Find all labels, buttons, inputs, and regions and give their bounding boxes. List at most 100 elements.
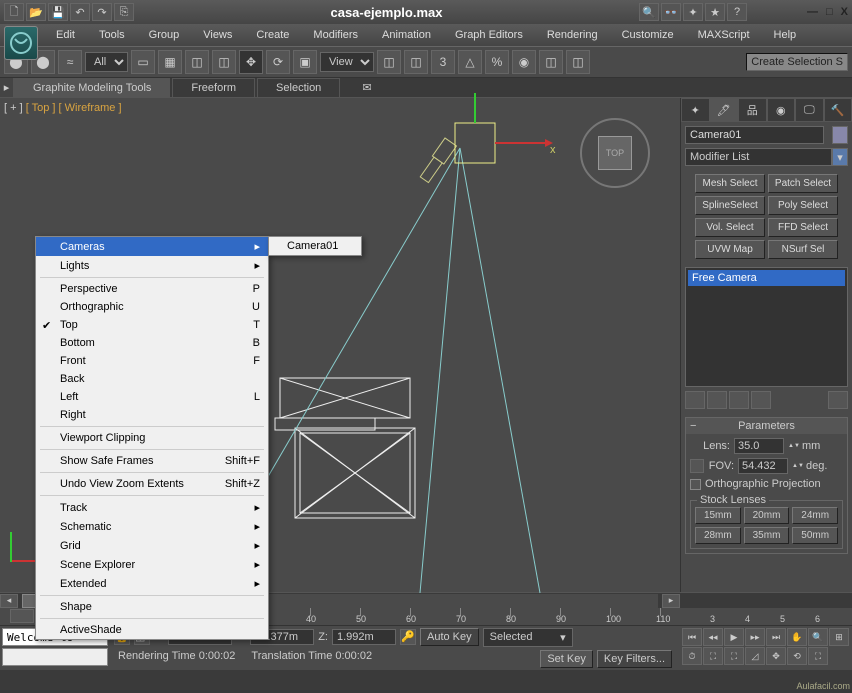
fov-spinner-arrows[interactable]: ▲▼ (792, 464, 802, 469)
cm-activeshade[interactable]: ActiveShade (36, 621, 268, 639)
next-frame-icon[interactable]: ▸▸ (745, 628, 765, 646)
menu-modifiers[interactable]: Modifiers (301, 27, 370, 43)
select-icon[interactable]: ▭ (131, 50, 155, 74)
create-tab-icon[interactable]: ✦ (681, 98, 710, 122)
steering-icon[interactable]: ✦ (683, 3, 703, 21)
menu-create[interactable]: Create (244, 27, 301, 43)
cm-safe-frames[interactable]: Show Safe FramesShift+F (36, 452, 268, 470)
tab-freeform[interactable]: Freeform (172, 78, 255, 97)
cm-front[interactable]: FrontF (36, 352, 268, 370)
help-icon[interactable]: ? (727, 3, 747, 21)
app-icon[interactable] (4, 26, 38, 60)
stack-free-camera[interactable]: Free Camera (688, 270, 845, 286)
manipulate-icon[interactable]: ◫ (404, 50, 428, 74)
motion-tab-icon[interactable]: ◉ (767, 98, 796, 122)
selection-filter[interactable]: All (85, 52, 128, 72)
object-color-swatch[interactable] (832, 126, 848, 144)
angle-snap-icon[interactable]: △ (458, 50, 482, 74)
time-config-icon[interactable]: ⏱ (682, 647, 702, 665)
fov-spinner[interactable]: 54.432 (738, 458, 788, 474)
viewcube-face[interactable]: TOP (598, 136, 632, 170)
bind-icon[interactable]: ≈ (58, 50, 82, 74)
viewport-name[interactable]: [ Top ] (26, 102, 56, 114)
modifier-stack[interactable]: Free Camera (685, 267, 848, 387)
key-filter-selected[interactable]: Selected▾ (483, 628, 573, 647)
maxscript-input[interactable] (2, 648, 108, 666)
menu-tools[interactable]: Tools (87, 27, 137, 43)
lens-24mm[interactable]: 24mm (792, 507, 838, 524)
lens-28mm[interactable]: 28mm (695, 527, 741, 544)
hierarchy-tab-icon[interactable]: 品 (738, 98, 767, 122)
cm-shape[interactable]: Shape (36, 598, 268, 616)
ref-coord-system[interactable]: View (320, 52, 374, 72)
prev-frame-icon[interactable]: ◂◂ (703, 628, 723, 646)
setkey-button[interactable]: Set Key (540, 650, 593, 668)
cm-schematic[interactable]: Schematic▸ (36, 517, 268, 536)
make-unique-icon[interactable] (729, 391, 749, 409)
qat-new-icon[interactable]: 🗋 (4, 3, 24, 21)
viewport-shading[interactable]: [ Wireframe ] (59, 102, 122, 114)
display-tab-icon[interactable]: 🖵 (795, 98, 824, 122)
viewcube[interactable]: TOP (580, 118, 650, 188)
favorite-icon[interactable]: ★ (705, 3, 725, 21)
goto-end-icon[interactable]: ⏭ (766, 628, 786, 646)
maximize-button[interactable]: □ (826, 6, 833, 18)
menu-customize[interactable]: Customize (610, 27, 686, 43)
lens-spinner-arrows[interactable]: ▲▼ (788, 444, 798, 449)
viewport-plus[interactable]: [ + ] (4, 102, 23, 114)
key-icon[interactable]: 🔑 (400, 629, 416, 645)
play-icon[interactable]: ▶ (724, 628, 744, 646)
tab-selection[interactable]: Selection (257, 78, 340, 97)
zoom-extents-all-icon[interactable]: ⛶ (724, 647, 744, 665)
maximize-viewport-icon[interactable]: ⛶ (808, 647, 828, 665)
zoom-extents-icon[interactable]: ⛶ (703, 647, 723, 665)
cm-extended[interactable]: Extended▸ (36, 574, 268, 593)
cm-cameras[interactable]: Cameras▸ (36, 237, 268, 256)
menu-group[interactable]: Group (137, 27, 192, 43)
minimize-button[interactable]: — (807, 6, 818, 18)
lens-spinner[interactable]: 35.0 (734, 438, 784, 454)
cm-viewport-clipping[interactable]: Viewport Clipping (36, 429, 268, 447)
zoom-all-icon[interactable]: ⊞ (829, 628, 849, 646)
mod-ffd-select[interactable]: FFD Select (768, 218, 838, 237)
cm-top[interactable]: ✔TopT (36, 316, 268, 334)
menu-views[interactable]: Views (191, 27, 244, 43)
cm-scene-explorer[interactable]: Scene Explorer▸ (36, 555, 268, 574)
cm-right[interactable]: Right (36, 406, 268, 424)
pin-stack-icon[interactable] (685, 391, 705, 409)
ribbon-collapse-icon[interactable]: ▸ (0, 78, 14, 97)
fov-nav-icon[interactable]: ◿ (745, 647, 765, 665)
tab-graphite[interactable]: Graphite Modeling Tools (14, 78, 170, 97)
select-region-icon[interactable]: ◫ (185, 50, 209, 74)
cm-track[interactable]: Track▸ (36, 498, 268, 517)
caddy-icon[interactable]: ✉ (362, 78, 371, 97)
menu-animation[interactable]: Animation (370, 27, 443, 43)
viewport[interactable]: [ + ] [ Top ] [ Wireframe ] (0, 98, 680, 592)
cm-perspective[interactable]: PerspectiveP (36, 280, 268, 298)
z-coord[interactable]: 1.992m (332, 629, 396, 645)
cm-orthographic[interactable]: OrthographicU (36, 298, 268, 316)
menu-rendering[interactable]: Rendering (535, 27, 610, 43)
goto-start-icon[interactable]: ⏮ (682, 628, 702, 646)
configure-sets-icon[interactable] (828, 391, 848, 409)
mod-uvw-map[interactable]: UVW Map (695, 240, 765, 259)
mod-nsurf-sel[interactable]: NSurf Sel (768, 240, 838, 259)
menu-maxscript[interactable]: MAXScript (686, 27, 762, 43)
rollout-header[interactable]: −Parameters (686, 418, 847, 434)
zoom-icon[interactable]: 🔍 (808, 628, 828, 646)
close-button[interactable]: X (841, 6, 848, 18)
scale-icon[interactable]: ▣ (293, 50, 317, 74)
pan-view-icon[interactable]: ✥ (766, 647, 786, 665)
qat-link-icon[interactable]: ⎘ (114, 3, 134, 21)
window-crossing-icon[interactable]: ◫ (212, 50, 236, 74)
percent-snap-icon[interactable]: % (485, 50, 509, 74)
viewport-label[interactable]: [ + ] [ Top ] [ Wireframe ] (4, 102, 122, 114)
trackbar-config-icon[interactable] (10, 609, 34, 623)
cm-left[interactable]: LeftL (36, 388, 268, 406)
timeline-prev-icon[interactable]: ◂ (0, 594, 18, 608)
lens-35mm[interactable]: 35mm (744, 527, 790, 544)
timeline-next-icon[interactable]: ▸ (662, 594, 680, 608)
named-sel-icon[interactable]: ◫ (539, 50, 563, 74)
object-name-field[interactable]: Camera01 (685, 126, 824, 144)
autokey-button[interactable]: Auto Key (420, 628, 479, 646)
